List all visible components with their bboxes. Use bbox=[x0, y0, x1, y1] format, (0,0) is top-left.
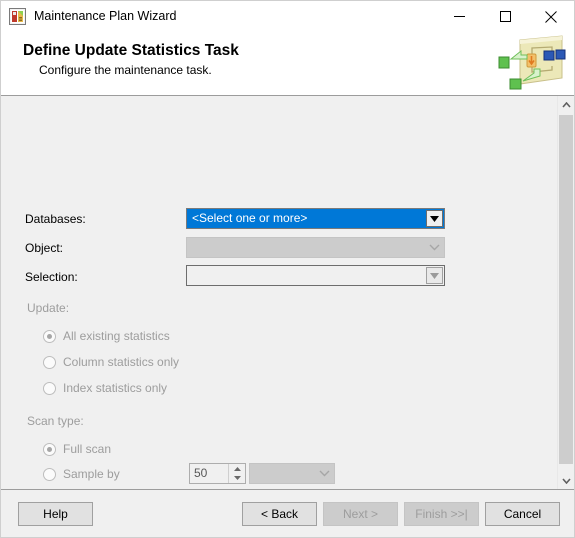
help-button[interactable]: Help bbox=[18, 502, 93, 526]
update-group-label: Update: bbox=[27, 301, 70, 315]
close-icon[interactable] bbox=[528, 1, 574, 32]
radio-label: Sample by bbox=[63, 467, 120, 481]
scroll-down-button[interactable] bbox=[558, 472, 574, 489]
radio-label: Column statistics only bbox=[63, 355, 180, 369]
radio-index-statistics-only[interactable]: Index statistics only bbox=[43, 380, 167, 396]
radio-label: Full scan bbox=[63, 442, 112, 456]
next-button[interactable]: Next > bbox=[323, 502, 398, 526]
scrollbar-track[interactable] bbox=[558, 113, 574, 472]
window-title: Maintenance Plan Wizard bbox=[34, 9, 177, 23]
minimize-icon[interactable] bbox=[436, 1, 482, 32]
object-value bbox=[187, 238, 425, 257]
radio-all-existing-statistics[interactable]: All existing statistics bbox=[43, 328, 170, 344]
maintenance-plan-icon bbox=[9, 8, 26, 25]
scroll-up-button[interactable] bbox=[558, 96, 574, 113]
object-combobox[interactable] bbox=[186, 237, 445, 258]
object-dropdown-chevron-icon bbox=[425, 238, 444, 257]
radio-column-statistics-only[interactable]: Column statistics only bbox=[43, 354, 179, 370]
page-title: Define Update Statistics Task bbox=[23, 42, 239, 59]
finish-button[interactable]: Finish >>| bbox=[404, 502, 479, 526]
sample-percent-stepper[interactable]: 50 bbox=[189, 463, 246, 484]
radio-mark-icon bbox=[43, 381, 56, 395]
wizard-body: Databases: <Select one or more> Object: … bbox=[1, 96, 574, 489]
selection-label: Selection: bbox=[25, 270, 78, 284]
page-subtitle: Configure the maintenance task. bbox=[39, 63, 212, 77]
sample-unit-combobox[interactable] bbox=[249, 463, 335, 484]
stepper-buttons bbox=[228, 464, 245, 483]
maintenance-plan-wizard-window: Maintenance Plan Wizard Define Update St… bbox=[0, 0, 575, 538]
radio-label: All existing statistics bbox=[63, 329, 170, 343]
stepper-down-icon[interactable] bbox=[229, 473, 245, 483]
radio-full-scan[interactable]: Full scan bbox=[43, 441, 111, 457]
radio-sample-by[interactable]: Sample by bbox=[43, 466, 120, 482]
databases-value: <Select one or more> bbox=[192, 211, 308, 225]
cancel-button[interactable]: Cancel bbox=[485, 502, 560, 526]
wizard-header: Define Update Statistics Task Configure … bbox=[1, 32, 574, 96]
navigation-buttons: < Back Next > Finish >>| Cancel bbox=[242, 502, 560, 526]
title-bar: Maintenance Plan Wizard bbox=[1, 1, 574, 32]
sample-unit-value bbox=[250, 464, 315, 483]
selection-dropdown-arrow-icon[interactable] bbox=[426, 267, 443, 284]
selection-value bbox=[187, 266, 426, 285]
vertical-scrollbar[interactable] bbox=[557, 96, 574, 489]
stepper-up-icon[interactable] bbox=[229, 464, 245, 474]
sample-percent-value: 50 bbox=[194, 466, 208, 480]
sample-unit-chevron-icon bbox=[315, 464, 334, 483]
settings-pane: Databases: <Select one or more> Object: … bbox=[1, 96, 557, 489]
radio-label: Index statistics only bbox=[63, 381, 168, 395]
radio-mark-icon bbox=[43, 467, 56, 481]
scrollbar-thumb[interactable] bbox=[559, 115, 573, 464]
databases-label: Databases: bbox=[25, 212, 86, 226]
radio-mark-icon bbox=[43, 355, 56, 369]
object-label: Object: bbox=[25, 241, 64, 255]
maximize-icon[interactable] bbox=[482, 1, 528, 32]
selection-combobox[interactable] bbox=[186, 265, 445, 286]
wizard-footer: Help < Back Next > Finish >>| Cancel bbox=[1, 489, 574, 537]
databases-combobox[interactable]: <Select one or more> bbox=[186, 208, 445, 229]
back-button[interactable]: < Back bbox=[242, 502, 317, 526]
workflow-diagram-icon bbox=[494, 34, 566, 92]
window-controls bbox=[436, 1, 574, 32]
scan-type-group-label: Scan type: bbox=[27, 414, 84, 428]
databases-dropdown-arrow-icon[interactable] bbox=[426, 210, 443, 227]
radio-mark-selected-icon bbox=[43, 329, 56, 343]
radio-mark-selected-icon bbox=[43, 442, 56, 456]
